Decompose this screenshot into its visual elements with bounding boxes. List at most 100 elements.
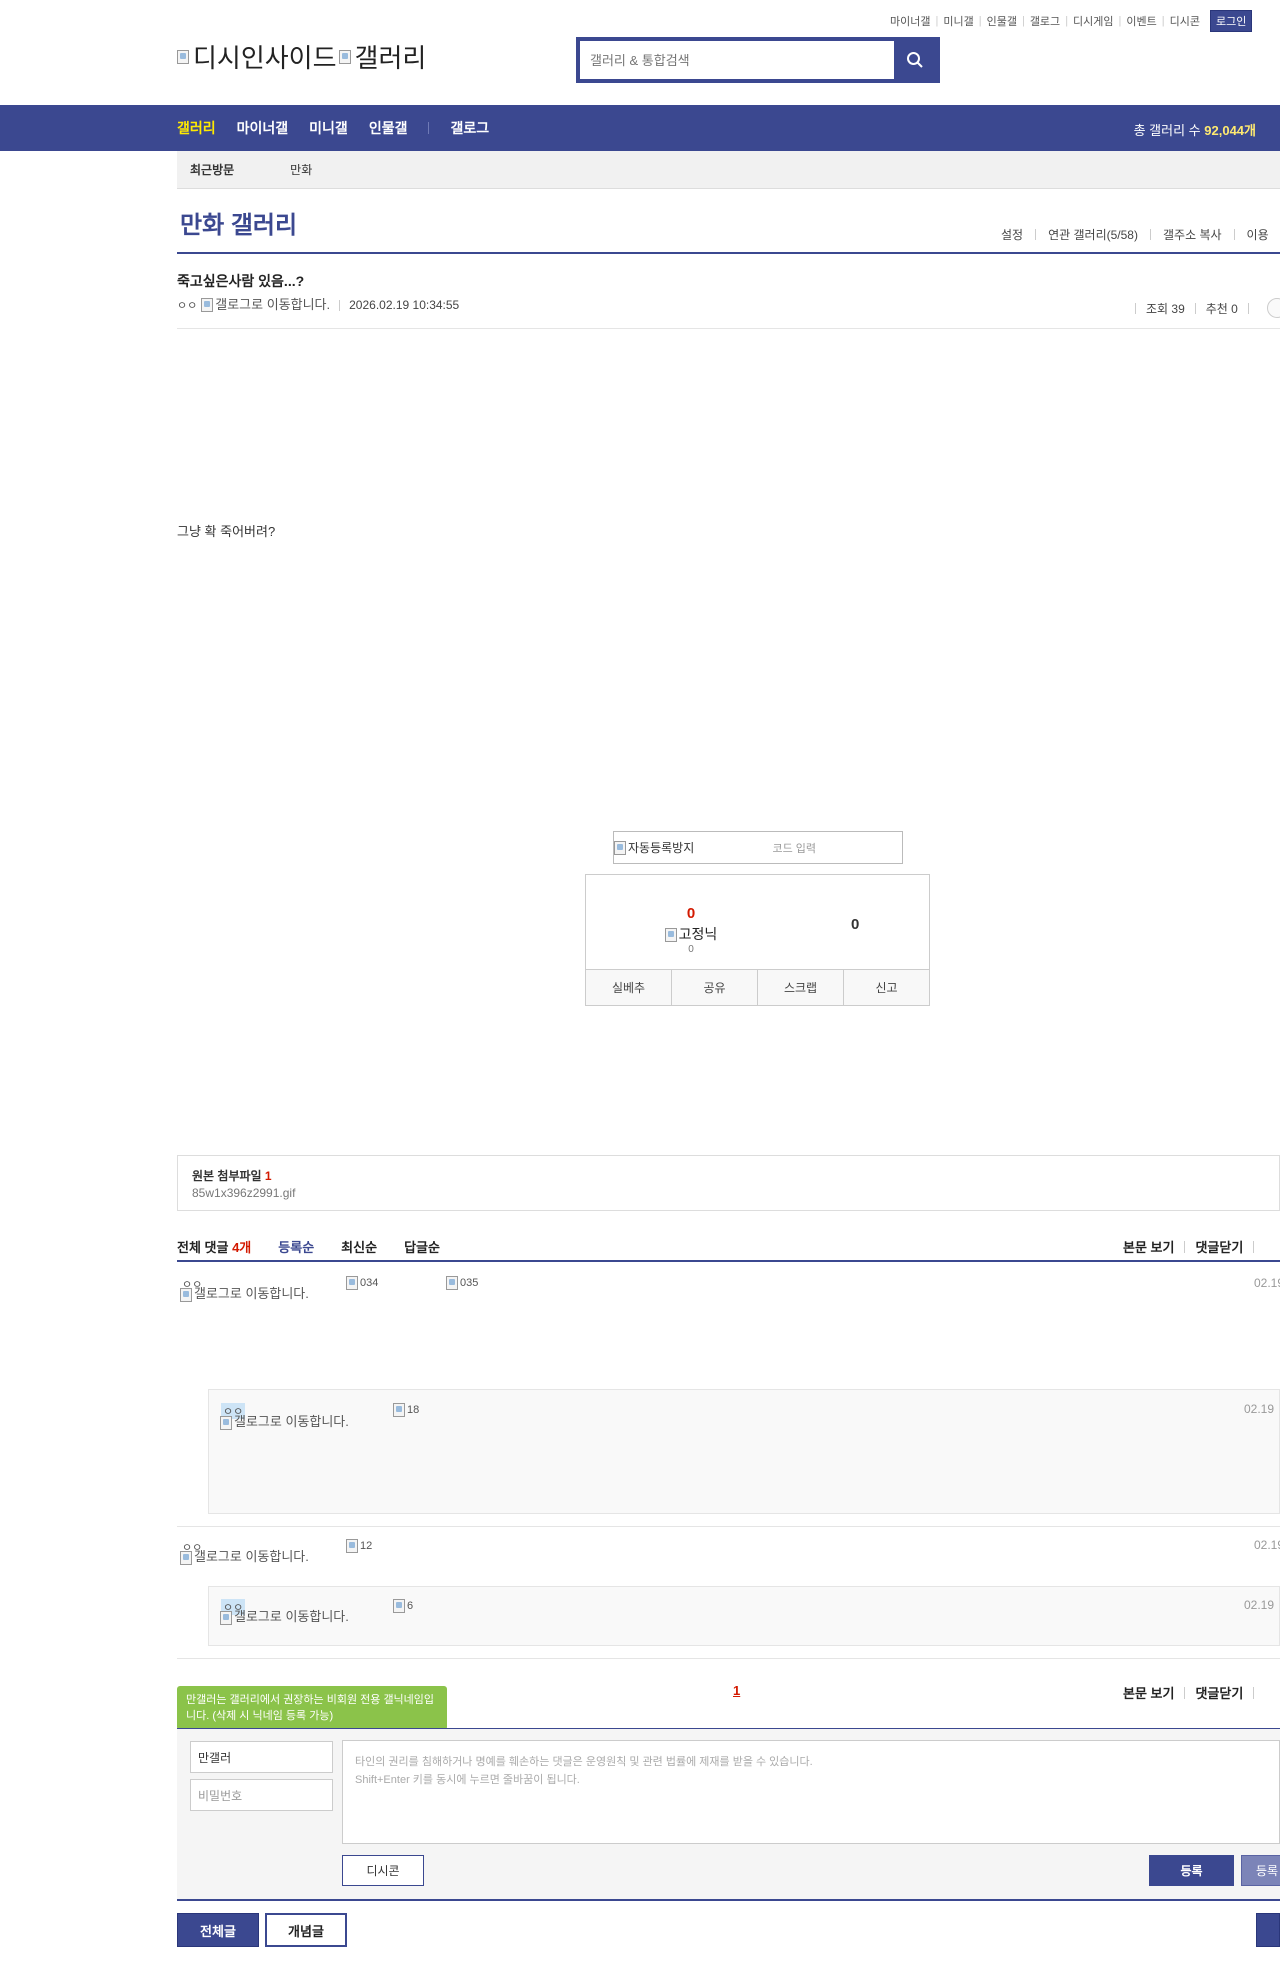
- write-bottom-divider: [177, 1899, 1280, 1901]
- share-button[interactable]: 공유: [672, 970, 758, 1005]
- view-post-link[interactable]: 본문 보기: [1123, 1683, 1174, 1702]
- comment-divider: [177, 1658, 1280, 1659]
- toplink-minor[interactable]: 마이너갤: [890, 13, 930, 29]
- reply-gallog-link[interactable]: 갤로그로 이동합니다.: [220, 1610, 350, 1625]
- broken-image-icon: [346, 1276, 358, 1290]
- post-stats: 조회 39 추천 0: [1135, 298, 1280, 318]
- nav-mini[interactable]: 미니갤: [309, 118, 348, 138]
- broken-image-icon: [614, 840, 626, 855]
- post-body: 그냥 확 죽어버려?: [177, 524, 276, 539]
- vote-box: 0 고정닉 0 0 실베추 공유 스크랩 신고: [585, 874, 930, 1006]
- submit-button[interactable]: 등록: [1149, 1855, 1234, 1886]
- post-header-divider: [177, 328, 1280, 329]
- comment-dccon: 12: [346, 1539, 372, 1553]
- nav-gallery[interactable]: 갤러리: [177, 118, 216, 138]
- password-input[interactable]: 비밀번호: [190, 1779, 333, 1811]
- scrap-button[interactable]: 스크랩: [758, 970, 844, 1005]
- related-galleries-link[interactable]: 연관 갤러리(5/58): [1048, 226, 1138, 243]
- comment-view-links: 본문 보기 댓글닫기: [1123, 1237, 1264, 1256]
- sort-registered[interactable]: 등록순: [278, 1237, 314, 1256]
- comment-view-links-bottom: 본문 보기 댓글닫기: [1123, 1683, 1264, 1702]
- nav-gallog[interactable]: 갤로그: [450, 118, 489, 138]
- usage-link[interactable]: 이용: [1247, 226, 1269, 243]
- reply-box: ㅇㅇ 갤로그로 이동합니다. 6 02.19: [208, 1586, 1280, 1646]
- dccon-button[interactable]: 디시콘: [342, 1855, 424, 1886]
- toplink-mini[interactable]: 미니갤: [943, 13, 973, 29]
- comment-gallog-link[interactable]: 갤로그로 이동합니다.: [180, 1287, 310, 1302]
- comment-page-current[interactable]: 1: [733, 1683, 740, 1698]
- toplink-person[interactable]: 인물갤: [987, 13, 1017, 29]
- submit-recommend-button[interactable]: 등록: [1241, 1855, 1280, 1886]
- recent-visits-bar: 최근방문 만화: [177, 151, 1280, 189]
- report-button[interactable]: 신고: [844, 970, 929, 1005]
- broken-image-icon: [180, 1287, 192, 1302]
- sort-reply[interactable]: 답글순: [404, 1237, 440, 1256]
- recent-visits-label: 최근방문: [190, 163, 235, 177]
- gallery-title[interactable]: 만화 갤러리: [180, 205, 297, 240]
- captcha-box: 자동등록방지 코드 입력: [613, 831, 903, 864]
- close-comments-link[interactable]: 댓글닫기: [1195, 1237, 1243, 1256]
- broken-image-icon: [393, 1403, 405, 1417]
- reply-dccon: 18: [393, 1403, 419, 1417]
- reply-box: ㅇㅇ 갤로그로 이동합니다. 18 02.19: [208, 1389, 1280, 1514]
- broken-image-icon: [220, 1415, 232, 1430]
- post-meta: ㅇㅇ 갤로그로 이동합니다. 2026.02.19 10:34:55: [177, 297, 459, 313]
- comment-textarea[interactable]: 타인의 권리를 침해하거나 명예를 훼손하는 댓글은 운영원칙 및 관련 법률에…: [342, 1740, 1280, 1844]
- write-post-button[interactable]: [1256, 1913, 1280, 1947]
- comment-date: 02.19: [1254, 1276, 1280, 1290]
- nickname-input[interactable]: 만갤러: [190, 1741, 333, 1773]
- downvote-count[interactable]: 0: [851, 916, 859, 933]
- attachment-file[interactable]: 85w1x396z2991.gif: [192, 1186, 295, 1200]
- reply-dccon: 6: [393, 1599, 413, 1613]
- comments-divider: [177, 1260, 1280, 1262]
- broken-image-icon: [664, 928, 677, 943]
- toplink-dccon[interactable]: 디시콘: [1170, 13, 1200, 29]
- broken-image-icon: [180, 1550, 192, 1565]
- post-author[interactable]: ㅇㅇ: [177, 297, 197, 313]
- toplink-game[interactable]: 디시게임: [1073, 13, 1113, 29]
- all-posts-button[interactable]: 전체글: [177, 1913, 259, 1947]
- main-nav: 갤러리 마이너갤 미니갤 인물갤 갤로그 총 갤러리 수 92,044개: [0, 105, 1280, 151]
- share-circle-icon[interactable]: [1266, 298, 1280, 318]
- search-icon: [907, 52, 923, 68]
- broken-image-icon: [177, 49, 189, 64]
- comment-dccon: 034: [346, 1276, 378, 1290]
- close-comments-link[interactable]: 댓글닫기: [1195, 1683, 1243, 1702]
- toplink-event[interactable]: 이벤트: [1126, 13, 1156, 29]
- comment-date: 02.19: [1254, 1538, 1280, 1552]
- best-recommend-button[interactable]: 실베추: [586, 970, 672, 1005]
- search-button[interactable]: [894, 41, 936, 79]
- reply-date: 02.19: [1244, 1598, 1275, 1612]
- sort-latest[interactable]: 최신순: [341, 1237, 377, 1256]
- recommend-count: 추천 0: [1205, 301, 1238, 316]
- broken-image-icon: [346, 1539, 358, 1553]
- captcha-input[interactable]: 코드 입력: [772, 840, 816, 856]
- nav-minor[interactable]: 마이너갤: [237, 118, 289, 138]
- comment-gallog-link[interactable]: 갤로그로 이동합니다.: [180, 1550, 310, 1565]
- nav-divider: [428, 122, 430, 134]
- broken-image-icon: [338, 49, 351, 64]
- view-post-link[interactable]: 본문 보기: [1123, 1237, 1174, 1256]
- copy-address-link[interactable]: 갤주소 복사: [1163, 226, 1222, 243]
- login-button[interactable]: 로그인: [1210, 10, 1253, 32]
- search-input[interactable]: [580, 41, 894, 79]
- reply-gallog-link[interactable]: 갤로그로 이동합니다.: [220, 1415, 350, 1430]
- post-datetime: 2026.02.19 10:34:55: [349, 298, 460, 312]
- view-count: 조회 39: [1146, 301, 1185, 316]
- comment-write-box: 만갤러 비밀번호 타인의 권리를 침해하거나 명예를 훼손하는 댓글은 운영원칙…: [177, 1729, 1280, 1899]
- nickname-tooltip: 만갤러는 갤러리에서 권장하는 비회원 전용 갤닉네임입니다. (삭제 시 닉네…: [177, 1686, 447, 1737]
- recent-visit-item[interactable]: 만화: [290, 161, 312, 178]
- search-box: [576, 37, 940, 83]
- broken-image-icon: [393, 1599, 405, 1613]
- toplink-gallog[interactable]: 갤로그: [1030, 13, 1060, 29]
- comments-header: 전체 댓글 4개 등록순 최신순 답글순: [177, 1237, 1280, 1256]
- broken-image-icon: [446, 1276, 458, 1290]
- top-links: 마이너갤 | 미니갤 | 인물갤 | 갤로그 | 디시게임 | 이벤트 | 디시콘 로그인: [890, 10, 1253, 32]
- settings-link[interactable]: 설정: [1001, 226, 1023, 243]
- gallery-options: 설정 연관 갤러리(5/58) 갤주소 복사 이용: [1001, 226, 1269, 243]
- nav-person[interactable]: 인물갤: [369, 118, 408, 138]
- gallog-link[interactable]: 갤로그로 이동합니다.: [201, 297, 330, 313]
- concept-posts-button[interactable]: 개념글: [265, 1913, 347, 1947]
- upvote-button[interactable]: 0 고정닉 0: [641, 905, 741, 955]
- site-logo[interactable]: 디시인사이드 갤러리: [177, 38, 426, 75]
